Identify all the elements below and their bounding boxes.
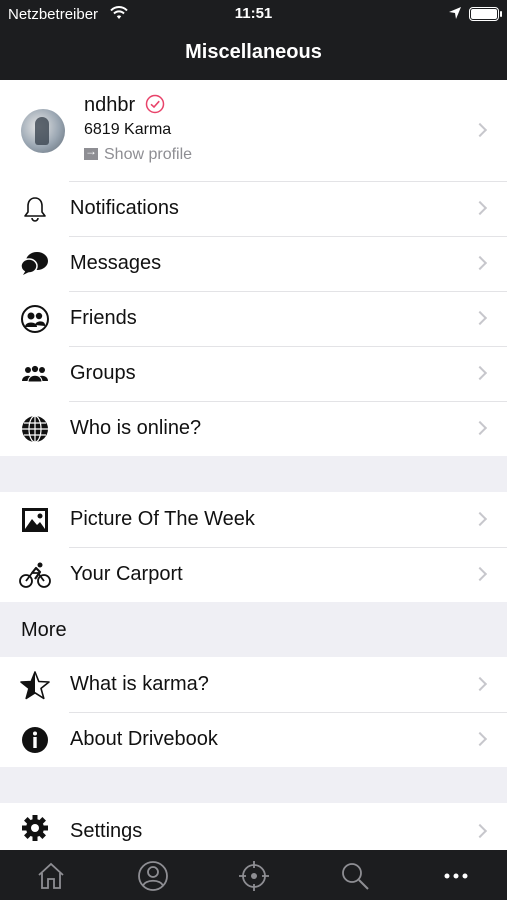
menu-item-label: Notifications [70, 197, 179, 219]
chevron-right-icon [472, 365, 488, 381]
battery-tip [500, 11, 502, 17]
chevron-right-icon [472, 731, 488, 747]
battery-icon [469, 7, 499, 21]
page-title: Miscellaneous [185, 41, 322, 63]
menu-item-friends[interactable]: Friends [0, 291, 507, 346]
karma-count: 6819 Karma [84, 121, 172, 138]
separator [69, 547, 507, 548]
tab-bar [0, 850, 507, 900]
picture-icon [22, 508, 48, 532]
menu-item-settings[interactable]: Settings [0, 803, 507, 850]
menu-item-label: Your Carport [70, 563, 183, 585]
menu-item-your-carport[interactable]: Your Carport [0, 547, 507, 602]
home-icon[interactable] [35, 860, 67, 892]
chevron-right-icon [472, 676, 488, 692]
groups-icon [22, 364, 48, 383]
profile-row[interactable]: ndhbr 6819 Karma Show profile [0, 80, 507, 181]
status-bar: Netzbetreiber 11:51 [0, 0, 507, 30]
separator [69, 236, 507, 237]
separator [69, 712, 507, 713]
chevron-right-icon [472, 511, 488, 527]
profile-icon[interactable] [137, 860, 169, 892]
cyclist-icon [19, 562, 51, 588]
star-icon [20, 671, 50, 700]
menu-item-label: Picture Of The Week [70, 508, 255, 530]
menu-item-label: About Drivebook [70, 728, 218, 750]
gear-icon [22, 815, 48, 841]
separator [69, 346, 507, 347]
menu-item-label: Messages [70, 252, 162, 274]
chevron-right-icon [472, 823, 488, 839]
menu-item-label: What is karma? [70, 673, 209, 695]
menu-item-label: Who is online? [70, 417, 202, 439]
menu-item-who-is-online[interactable]: Who is online? [0, 401, 507, 456]
search-icon[interactable] [339, 860, 371, 892]
info-icon [22, 727, 48, 753]
show-profile-label: Show profile [104, 146, 193, 163]
nav-bar: Miscellaneous [0, 30, 507, 80]
menu-item-picture-of-the-week[interactable]: Picture Of The Week [0, 492, 507, 547]
chevron-right-icon [472, 420, 488, 436]
section-header-label: More [21, 619, 67, 641]
verified-check-icon [145, 94, 165, 114]
menu-item-label: Settings [70, 820, 143, 842]
chevron-right-icon [472, 566, 488, 582]
separator [69, 291, 507, 292]
avatar[interactable] [21, 109, 65, 153]
bell-icon [24, 197, 46, 222]
crosshair-icon[interactable] [238, 860, 270, 892]
menu-item-notifications[interactable]: Notifications [0, 181, 507, 236]
more-icon[interactable] [440, 860, 472, 892]
chevron-right-icon [472, 200, 488, 216]
show-profile-icon [84, 144, 98, 160]
menu-item-groups[interactable]: Groups [0, 346, 507, 401]
username: ndhbr [84, 94, 136, 116]
menu-item-label: Groups [70, 362, 136, 384]
chat-bubble-icon [20, 252, 48, 275]
globe-icon [22, 415, 48, 443]
menu-list[interactable]: ndhbr 6819 Karma Show profile Notificati… [0, 80, 507, 850]
menu-item-what-is-karma[interactable]: What is karma? [0, 657, 507, 712]
menu-item-label: Friends [70, 307, 137, 329]
location-arrow-icon [449, 7, 461, 19]
separator [69, 401, 507, 402]
chevron-right-icon [472, 310, 488, 326]
chevron-right-icon [472, 122, 488, 138]
clock: 11:51 [234, 5, 273, 22]
separator [69, 181, 507, 182]
menu-item-about-drivebook[interactable]: About Drivebook [0, 712, 507, 767]
section-header-more: More [0, 602, 507, 657]
menu-item-messages[interactable]: Messages [0, 236, 507, 291]
friends-icon [21, 305, 49, 333]
show-profile-link[interactable]: Show profile [84, 144, 193, 164]
chevron-right-icon [472, 255, 488, 271]
